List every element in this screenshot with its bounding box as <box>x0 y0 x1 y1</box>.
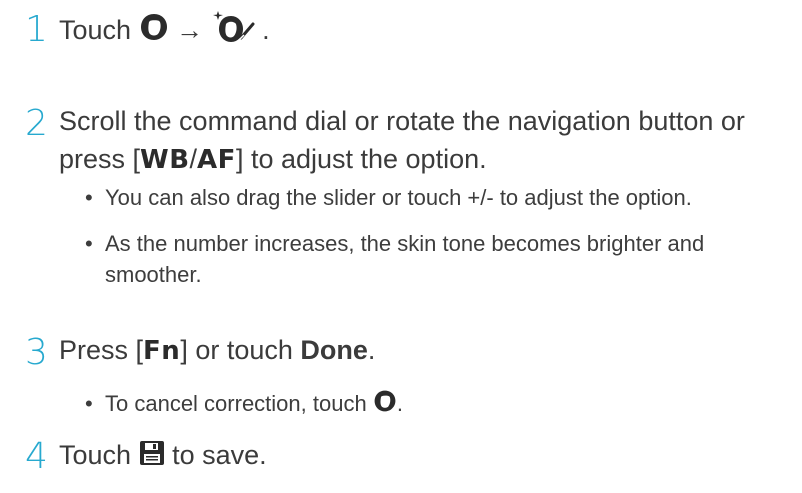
fn-key-label: Fn <box>143 336 181 366</box>
step-3-pre: Press [ <box>59 335 144 365</box>
step-1-post: . <box>262 15 270 46</box>
step-3-text: Press [Fn] or touch Done. <box>59 331 375 370</box>
bullet-dot: • <box>85 391 93 416</box>
step-2-bullet-2: • As the number increases, the skin tone… <box>85 228 795 290</box>
bullet-post: . <box>396 391 403 416</box>
step-3-post: . <box>367 335 376 365</box>
step-3-number: 3 <box>25 332 48 373</box>
step-3-mid: ] or touch <box>180 335 301 365</box>
key-separator: / <box>189 144 198 174</box>
step-3-bullet-1: • To cancel correction, touch . <box>85 388 802 421</box>
step-4-text: Touch to save. <box>59 436 267 476</box>
step-1-pre: Touch <box>59 15 132 46</box>
step-1-number: 1 <box>25 9 48 50</box>
af-key-label: AF <box>197 145 236 175</box>
bullet-text: To cancel correction, touch <box>105 391 367 416</box>
step-1-arrow: → <box>176 15 204 46</box>
face-retouch-icon <box>373 389 397 421</box>
step-4-number: 4 <box>25 436 48 477</box>
wb-key-label: WB <box>140 145 190 175</box>
bullet-text: You can also drag the slider or touch +/… <box>105 185 692 210</box>
bullet-dot: • <box>85 231 93 256</box>
step-1-text: Touch → . <box>59 10 270 54</box>
bullet-dot: • <box>85 185 93 210</box>
beauty-sparkle-icon <box>211 10 255 54</box>
step-2-line-2-post: ] to adjust the option. <box>235 144 487 174</box>
step-4-pre: Touch <box>59 440 132 470</box>
save-disk-icon <box>139 438 165 476</box>
step-2-number: 2 <box>25 103 48 144</box>
face-retouch-icon <box>139 12 169 52</box>
step-2-bullet-1: • You can also drag the slider or touch … <box>85 182 802 213</box>
step-2-line-2-pre: press [ <box>59 144 141 174</box>
step-2-line-2: press [WB/AF] to adjust the option. <box>59 140 487 179</box>
done-label: Done <box>300 335 368 365</box>
step-2-line-1: Scroll the command dial or rotate the na… <box>59 106 745 136</box>
step-4-post: to save. <box>172 440 267 470</box>
bullet-text: As the number increases, the skin tone b… <box>105 231 705 287</box>
